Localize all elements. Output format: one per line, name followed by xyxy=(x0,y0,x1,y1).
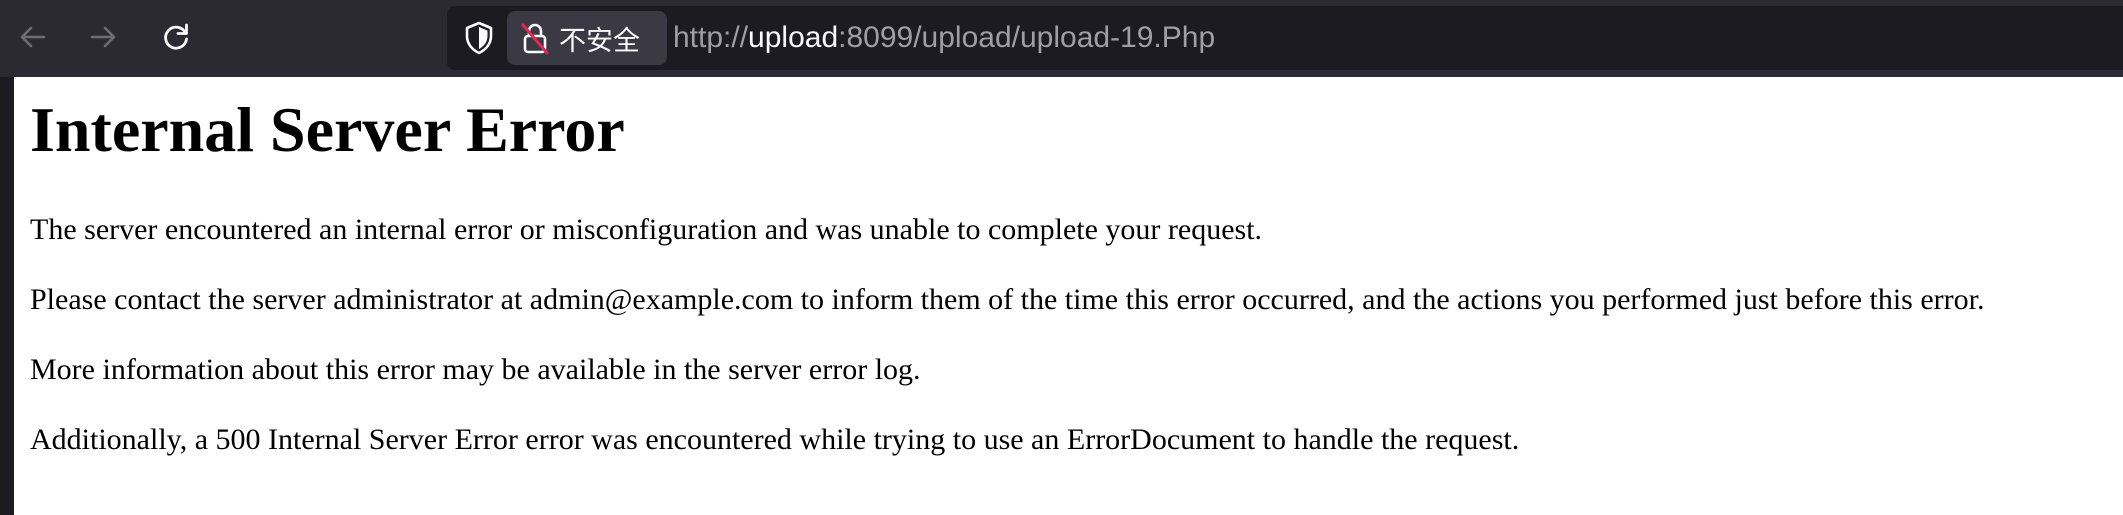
forward-button[interactable] xyxy=(80,14,126,60)
tracking-protection-button[interactable] xyxy=(461,20,497,56)
url-text[interactable]: http://upload:8099/upload/upload-19.Php xyxy=(673,6,1215,70)
back-button[interactable] xyxy=(10,14,56,60)
arrow-right-icon xyxy=(90,26,116,48)
log-message: More information about this error may be… xyxy=(30,353,921,386)
reload-icon xyxy=(164,23,188,50)
error-message: The server encountered an internal error… xyxy=(30,213,1263,246)
url-path: :8099/upload/upload-19.Php xyxy=(838,21,1216,54)
reload-button[interactable] xyxy=(153,14,199,60)
address-bar[interactable]: 不安全 http://upload:8099/upload/upload-19.… xyxy=(447,6,2123,70)
contact-message: Please contact the server administrator … xyxy=(30,283,1985,316)
site-security-button[interactable]: 不安全 xyxy=(507,11,667,65)
shield-icon xyxy=(465,21,493,55)
arrow-left-icon xyxy=(20,26,46,48)
insecure-lock-icon xyxy=(520,21,550,55)
page-title: Internal Server Error xyxy=(30,94,625,165)
security-label: 不安全 xyxy=(559,25,640,57)
error-document-message: Additionally, a 500 Internal Server Erro… xyxy=(30,423,1520,456)
url-host: upload xyxy=(748,21,839,54)
url-scheme: http:// xyxy=(673,21,749,54)
browser-toolbar: 不安全 http://upload:8099/upload/upload-19.… xyxy=(0,0,2123,77)
page-content: Internal Server Error The server encount… xyxy=(14,77,2123,515)
